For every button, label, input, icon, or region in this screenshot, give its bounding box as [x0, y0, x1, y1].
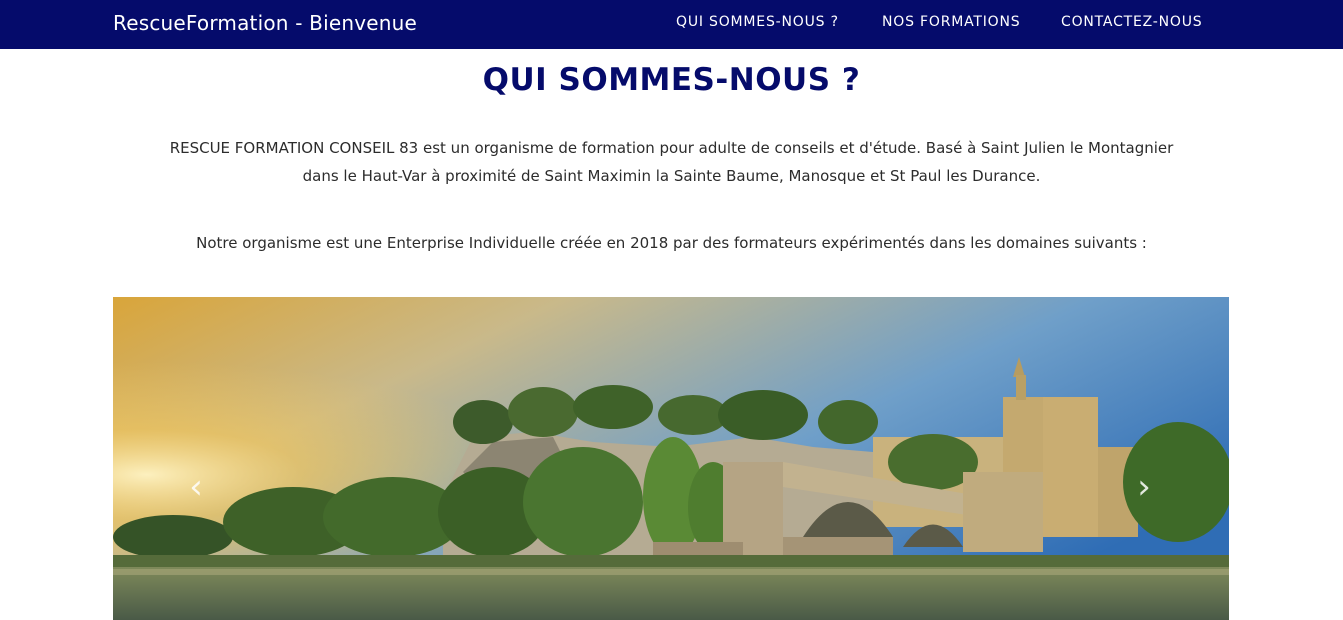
nav-link-contactez-nous[interactable]: CONTACTEZ-NOUS [1061, 14, 1202, 30]
intro-line-1: RESCUE FORMATION CONSEIL 83 est un organ… [169, 139, 1174, 157]
navbar: RescueFormation - Bienvenue QUI SOMMES-N… [0, 0, 1343, 49]
chevron-left-icon[interactable]: ‹ [181, 467, 211, 507]
intro-paragraph: RESCUE FORMATION CONSEIL 83 est un organ… [110, 134, 1233, 190]
intro-line-2: dans le Haut-Var à proximité de Saint Ma… [302, 167, 1041, 185]
history-paragraph: Notre organisme est une Enterprise Indiv… [196, 234, 1147, 252]
nav-link-nos-formations[interactable]: NOS FORMATIONS [882, 14, 1020, 30]
nav-link-qui-sommes-nous[interactable]: QUI SOMMES-NOUS ? [676, 14, 839, 30]
carousel-slide-image [113, 297, 1229, 620]
image-carousel[interactable]: ‹ › [113, 297, 1229, 620]
chevron-right-icon[interactable]: › [1129, 467, 1159, 507]
section-title: QUI SOMMES-NOUS ? [482, 62, 861, 98]
main-nav: QUI SOMMES-NOUS ? NOS FORMATIONS CONTACT… [0, 14, 1343, 34]
